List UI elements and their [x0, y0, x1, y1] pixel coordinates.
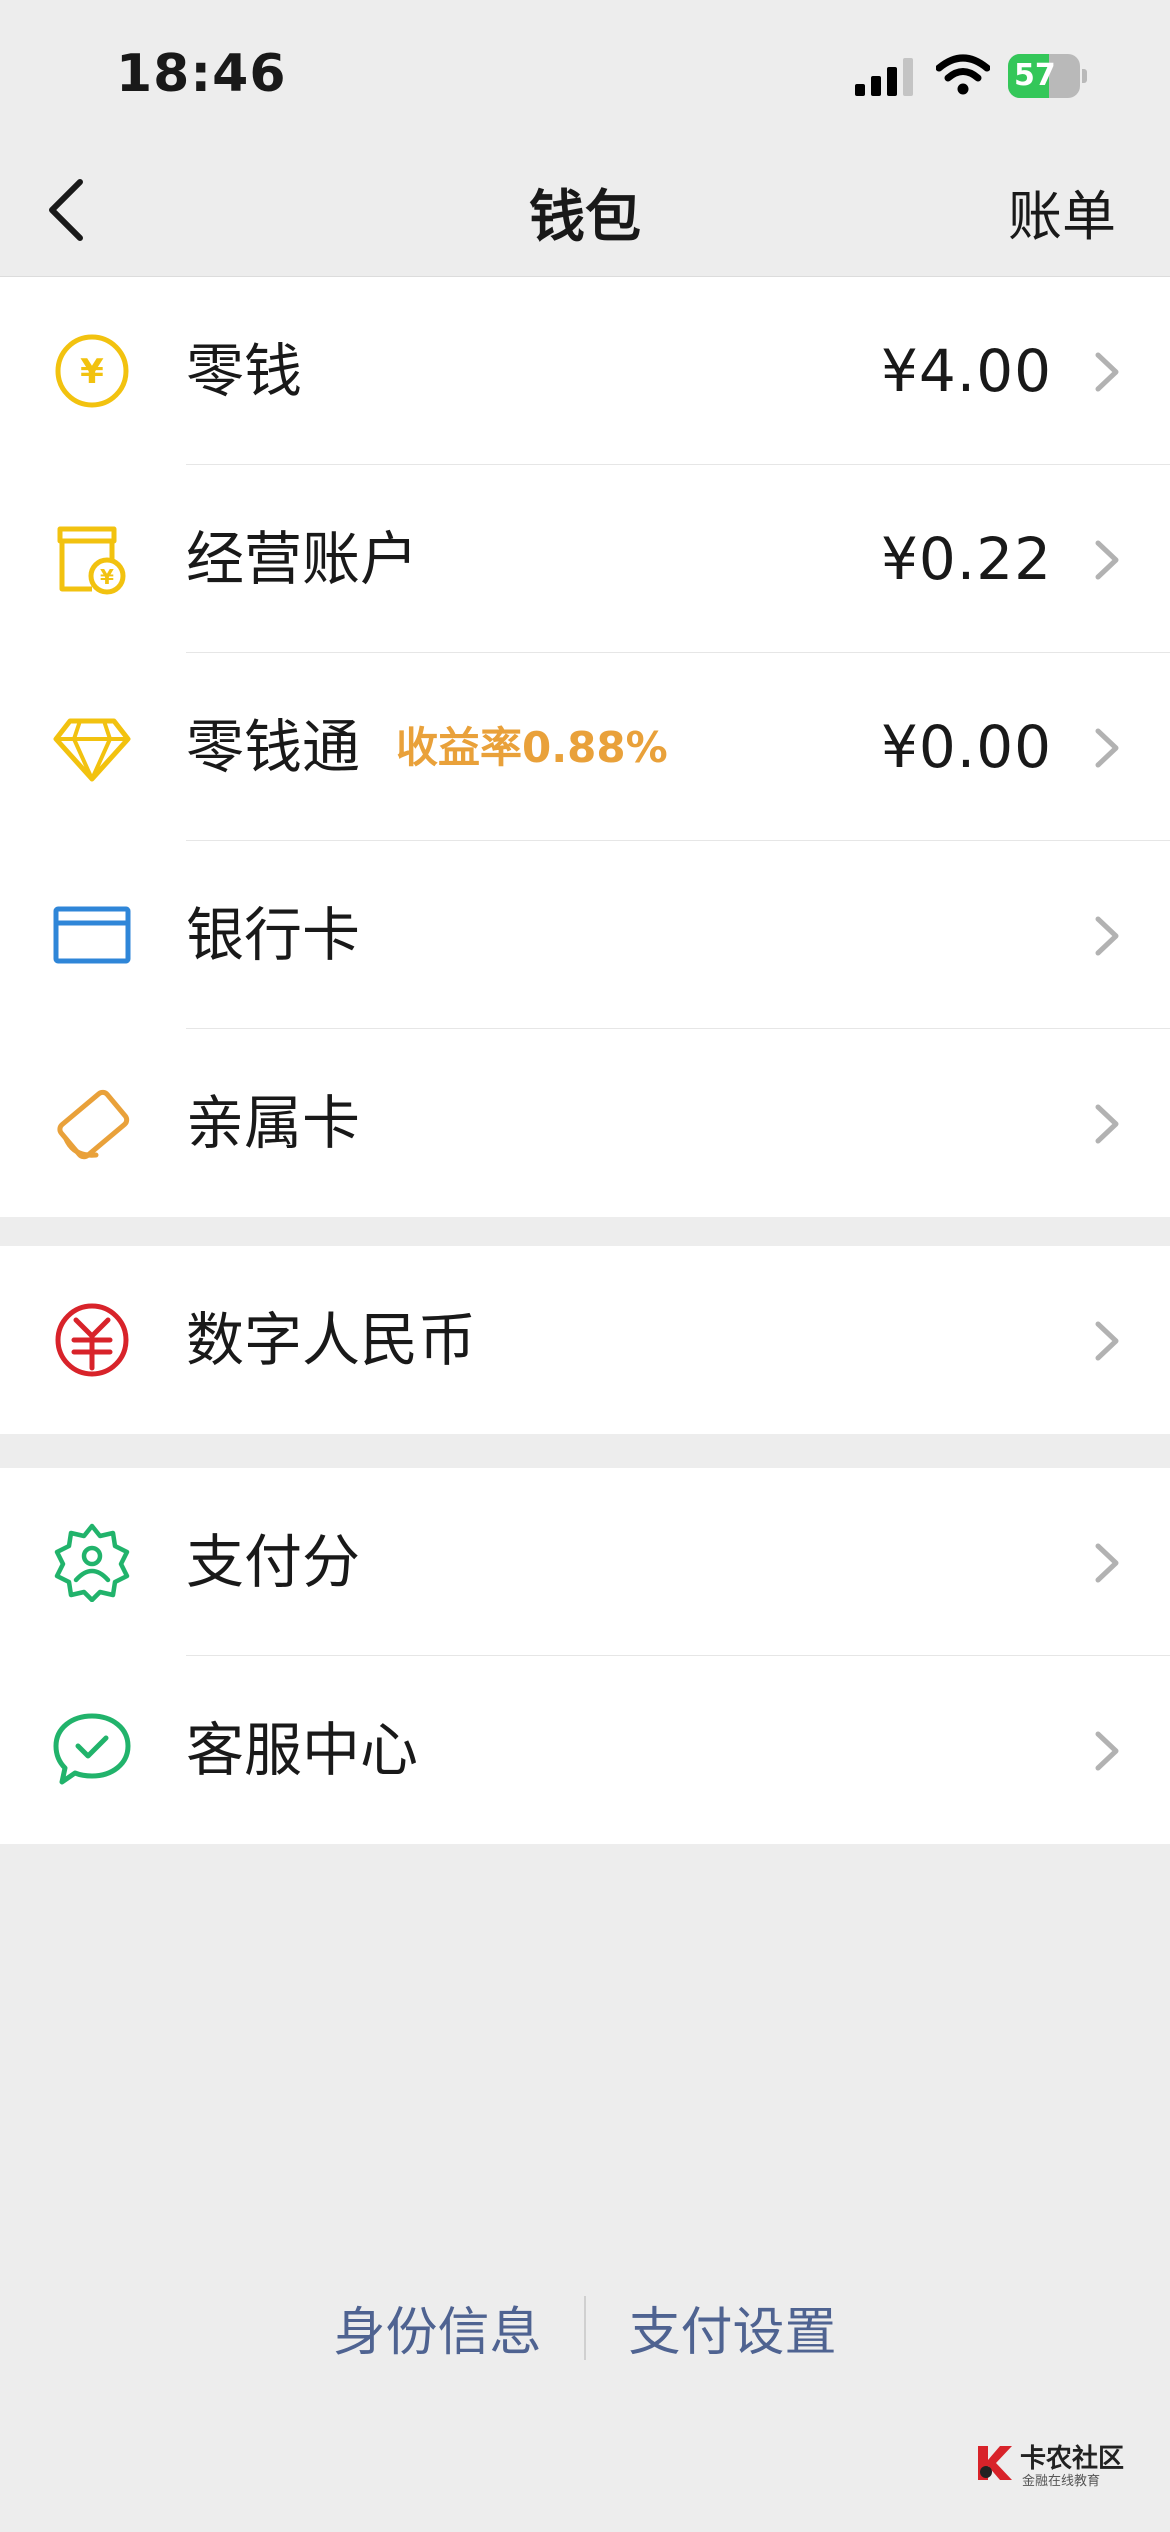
status-time: 18:46: [116, 44, 287, 104]
bank-card-icon: [53, 906, 131, 964]
row-bank-card[interactable]: 银行卡: [0, 841, 1170, 1029]
watermark: 卡农社区 金融在线教育: [974, 2438, 1124, 2498]
wallet-balance-group: ¥ 零钱 ¥4.00 ¥ 经营账户 ¥0.22 零钱通 收益率0.88% ¥0.…: [0, 277, 1170, 1217]
page-title: 钱包: [529, 185, 641, 250]
chevron-right-icon: [1095, 916, 1119, 956]
battery-indicator: 57: [1008, 54, 1088, 98]
watermark-logo-icon: [978, 2446, 1012, 2480]
watermark-subtitle: 金融在线教育: [1022, 2474, 1101, 2489]
bills-link[interactable]: 账单: [1008, 172, 1116, 251]
footer-links: 身份信息 支付设置: [0, 2290, 1170, 2363]
row-pay-score[interactable]: 支付分: [0, 1468, 1170, 1656]
cellular-signal-icon: [855, 58, 913, 96]
family-card-icon: [57, 1089, 130, 1160]
nav-bar: 钱包 账单: [0, 140, 1170, 277]
row-lingqiantong[interactable]: 零钱通 收益率0.88% ¥0.00: [0, 653, 1170, 841]
digital-rmb-group: 数字人民币: [0, 1246, 1170, 1434]
shop-account-icon: ¥: [57, 526, 126, 595]
diamond-icon: [53, 718, 131, 782]
row-customer-service[interactable]: 客服中心: [0, 1656, 1170, 1844]
row-value: ¥4.00: [880, 337, 1052, 405]
svg-text:¥: ¥: [100, 565, 114, 589]
row-family-card[interactable]: 亲属卡: [0, 1029, 1170, 1217]
chevron-right-icon: [1095, 1543, 1119, 1583]
row-label: 银行卡: [186, 901, 361, 969]
row-label: 零钱: [186, 337, 303, 405]
status-bar: 18:46 57: [0, 0, 1170, 140]
chevron-right-icon: [1095, 728, 1119, 768]
chevron-right-icon: [1095, 1321, 1119, 1361]
row-value: ¥0.22: [880, 525, 1052, 593]
svg-text:¥: ¥: [80, 352, 104, 392]
service-group: 支付分 客服中心: [0, 1468, 1170, 1844]
digital-rmb-icon: [55, 1303, 129, 1377]
customer-service-icon: [53, 1713, 131, 1785]
chevron-right-icon: [1095, 352, 1119, 392]
row-digital-rmb[interactable]: 数字人民币: [0, 1246, 1170, 1434]
row-label: 支付分: [186, 1528, 361, 1596]
chevron-right-icon: [1095, 1731, 1119, 1771]
chevron-right-icon: [1095, 1104, 1119, 1144]
row-label: 零钱通: [186, 713, 361, 781]
row-label: 亲属卡: [186, 1089, 361, 1157]
wifi-icon: [936, 54, 990, 95]
pay-settings-link[interactable]: 支付设置: [629, 2290, 837, 2365]
row-business-account[interactable]: ¥ 经营账户 ¥0.22: [0, 465, 1170, 653]
row-label: 客服中心: [186, 1716, 419, 1784]
yuan-coin-icon: ¥: [55, 334, 129, 408]
footer-divider: [584, 2295, 586, 2360]
yield-rate-tag: 收益率0.88%: [396, 723, 668, 772]
chevron-right-icon: [1095, 540, 1119, 580]
row-label: 经营账户: [186, 525, 419, 593]
row-label: 数字人民币: [186, 1306, 477, 1374]
row-change[interactable]: ¥ 零钱 ¥4.00: [0, 277, 1170, 465]
row-value: ¥0.00: [880, 713, 1052, 781]
identity-info-link[interactable]: 身份信息: [333, 2290, 541, 2365]
pay-score-icon: [54, 1523, 130, 1602]
battery-percent: 57: [1014, 58, 1056, 93]
